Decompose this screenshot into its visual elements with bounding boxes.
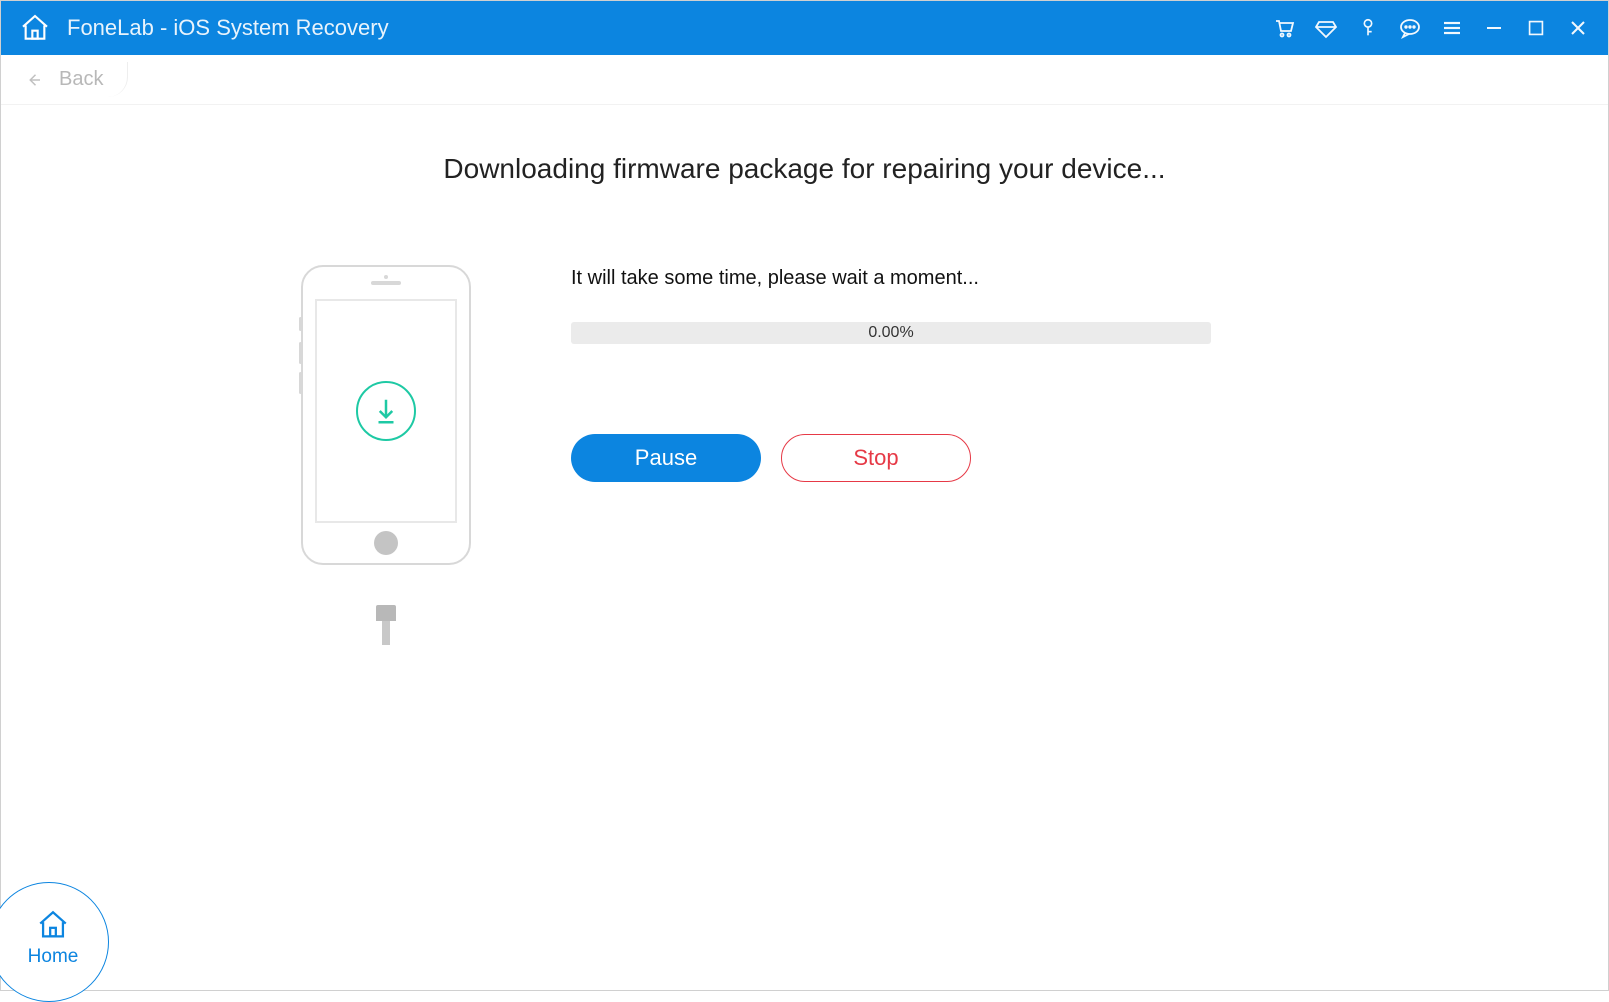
progress-percent: 0.00%: [868, 324, 913, 342]
phone-home-button: [374, 531, 398, 555]
wait-text: It will take some time, please wait a mo…: [571, 267, 1211, 290]
back-label: Back: [59, 68, 103, 91]
cable-connector: [376, 605, 396, 621]
phone-speaker: [371, 281, 401, 285]
close-icon[interactable]: [1566, 16, 1590, 40]
page-heading: Downloading firmware package for repairi…: [81, 153, 1528, 185]
home-label: Home: [28, 946, 79, 968]
phone-side-button: [299, 317, 302, 331]
minimize-icon[interactable]: [1482, 16, 1506, 40]
diamond-icon[interactable]: [1314, 16, 1338, 40]
progress-area: It will take some time, please wait a mo…: [571, 265, 1211, 482]
pause-button[interactable]: Pause: [571, 434, 761, 482]
home-icon: [36, 908, 70, 942]
content-row: It will take some time, please wait a mo…: [81, 265, 1528, 605]
phone-body: [301, 265, 471, 565]
phone-illustration: [301, 265, 471, 605]
button-row: Pause Stop: [571, 434, 1211, 482]
app-title: FoneLab - iOS System Recovery: [67, 15, 389, 41]
maximize-icon[interactable]: [1524, 16, 1548, 40]
titlebar-left: FoneLab - iOS System Recovery: [19, 12, 389, 44]
download-icon: [356, 381, 416, 441]
cart-icon[interactable]: [1272, 16, 1296, 40]
back-bar: Back: [1, 55, 1608, 105]
back-arrow-icon: [25, 71, 43, 89]
phone-side-button: [299, 342, 302, 364]
phone-cable: [376, 605, 396, 645]
main-content: Downloading firmware package for repairi…: [1, 105, 1608, 990]
phone-side-button: [299, 372, 302, 394]
titlebar-right: [1272, 16, 1590, 40]
back-button[interactable]: Back: [21, 62, 128, 97]
home-icon[interactable]: [19, 12, 51, 44]
app-window: FoneLab - iOS System Recovery: [0, 0, 1609, 991]
stop-button[interactable]: Stop: [781, 434, 971, 482]
phone-camera: [384, 275, 388, 279]
chat-icon[interactable]: [1398, 16, 1422, 40]
cable-wire: [382, 621, 390, 645]
menu-icon[interactable]: [1440, 16, 1464, 40]
key-icon[interactable]: [1356, 16, 1380, 40]
progress-bar: 0.00%: [571, 322, 1211, 344]
titlebar: FoneLab - iOS System Recovery: [1, 1, 1608, 55]
phone-screen: [315, 299, 457, 523]
